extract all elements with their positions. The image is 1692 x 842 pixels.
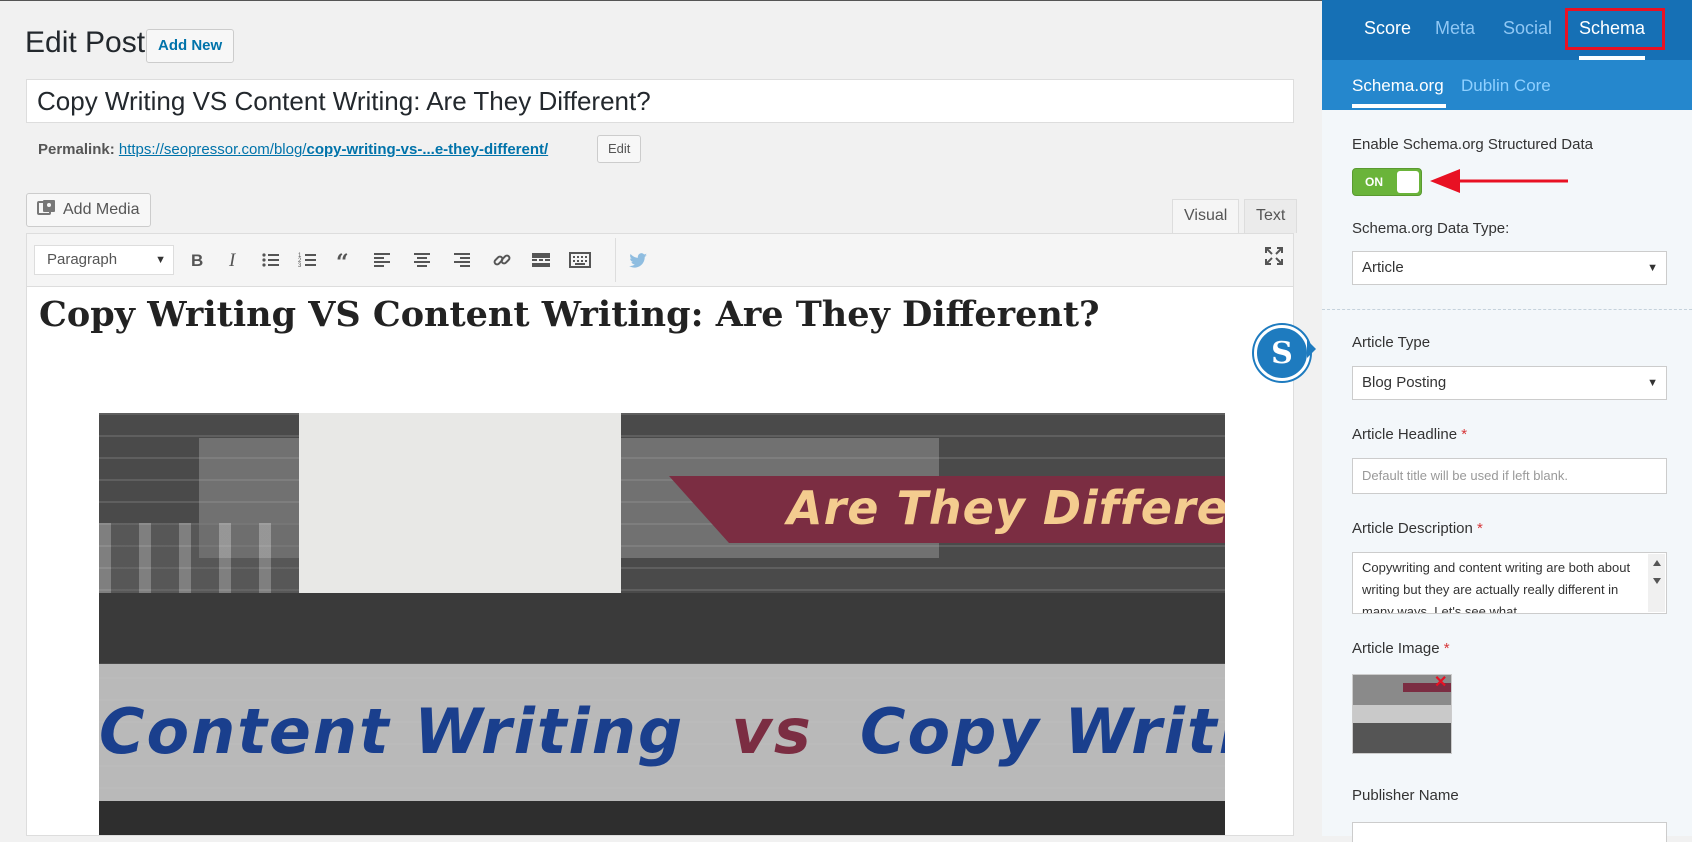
add-media-button[interactable]: Add Media: [26, 193, 151, 227]
scroll-up-icon[interactable]: [1653, 560, 1661, 566]
featured-image: Are They Different? Content Writing vs C…: [99, 413, 1225, 835]
post-title-input[interactable]: Copy Writing VS Content Writing: Are The…: [26, 79, 1294, 123]
edit-permalink-button[interactable]: Edit: [597, 135, 642, 163]
align-right-icon[interactable]: [447, 244, 477, 276]
permalink: Permalink: https://seopressor.com/blog/c…: [38, 141, 548, 158]
subtab-dublin-core[interactable]: Dublin Core: [1461, 76, 1551, 96]
link-icon[interactable]: [487, 244, 517, 276]
read-more-icon[interactable]: [526, 244, 556, 276]
section-divider: [1322, 309, 1692, 310]
toggle-state: ON: [1365, 175, 1383, 189]
tab-text[interactable]: Text: [1244, 199, 1298, 233]
permalink-label: Permalink:: [38, 141, 115, 158]
format-select-value: Paragraph: [47, 251, 118, 268]
data-type-select[interactable]: Article ▼: [1352, 251, 1667, 285]
image-title-text: Content Writing vs Copy Writing: [99, 695, 1225, 768]
tab-visual[interactable]: Visual: [1172, 199, 1240, 233]
remove-image-icon[interactable]: ✕: [1434, 672, 1447, 692]
italic-icon[interactable]: I: [219, 244, 249, 276]
chevron-down-icon: ▼: [1647, 262, 1658, 274]
toolbar-toggle-icon[interactable]: [565, 244, 595, 276]
page-title: Edit Post: [25, 26, 146, 59]
align-left-icon[interactable]: [367, 244, 397, 276]
subtab-schema-org[interactable]: Schema.org: [1352, 76, 1444, 96]
bold-icon[interactable]: B: [182, 244, 212, 276]
image-label-text: Article Image: [1352, 640, 1440, 657]
seopressor-sidebar: Score Meta Social Schema Schema.org Dubl…: [1322, 0, 1692, 842]
chevron-down-icon: ▼: [1647, 377, 1658, 389]
red-arrow-icon: [1430, 169, 1568, 193]
article-type-value: Blog Posting: [1362, 374, 1447, 391]
thumbnail-strip: [1353, 705, 1451, 723]
image-banner-text: Are They Different?: [787, 481, 1225, 535]
article-type-label: Article Type: [1352, 334, 1431, 351]
enable-schema-label: Enable Schema.org Structured Data: [1352, 136, 1593, 153]
panel-toggle-icon[interactable]: [1307, 340, 1316, 358]
headline-input[interactable]: Default title will be used if left blank…: [1352, 458, 1667, 494]
description-value: Copywriting and content writing are both…: [1362, 560, 1631, 614]
description-label: Article Description *: [1352, 520, 1483, 537]
image-text-left: Content Writing: [99, 695, 685, 768]
post-editor: Edit Post Add New Copy Writing VS Conten…: [0, 0, 1322, 836]
active-subtab-underline: [1352, 104, 1446, 108]
format-select[interactable]: Paragraph ▼: [34, 245, 174, 275]
image-text-vs: vs: [731, 695, 813, 768]
twitter-bird-icon[interactable]: [623, 244, 653, 276]
description-label-text: Article Description: [1352, 520, 1473, 537]
editor-toolbar: Paragraph ▼ B I 123 “: [27, 234, 1293, 287]
seopressor-logo-icon[interactable]: S: [1254, 325, 1310, 381]
data-type-label: Schema.org Data Type:: [1352, 220, 1510, 237]
typewriter-paper: [299, 413, 621, 593]
permalink-slug: copy-writing-vs-...e-they-different/: [306, 141, 549, 158]
highlight-box: [1565, 8, 1665, 50]
publisher-input[interactable]: [1352, 822, 1667, 842]
typewriter-body: [99, 593, 1225, 663]
required-mark: *: [1477, 520, 1483, 537]
toolbar-divider: [615, 238, 616, 282]
tab-score[interactable]: Score: [1364, 18, 1411, 39]
media-icon: [37, 199, 57, 222]
enable-schema-toggle[interactable]: ON: [1352, 168, 1422, 196]
content-heading: Copy Writing VS Content Writing: Are The…: [39, 294, 1100, 335]
tab-social[interactable]: Social: [1503, 18, 1552, 39]
chevron-down-icon: ▼: [155, 254, 166, 266]
tab-meta[interactable]: Meta: [1435, 18, 1475, 39]
blockquote-icon[interactable]: “: [330, 244, 360, 276]
permalink-base: https://seopressor.com/blog/: [118, 141, 307, 158]
svg-text:3: 3: [298, 263, 302, 269]
bullet-list-icon[interactable]: [256, 244, 286, 276]
add-media-label: Add Media: [63, 201, 140, 218]
textarea-scrollbar[interactable]: [1648, 554, 1665, 612]
align-center-icon[interactable]: [407, 244, 437, 276]
svg-text:B: B: [191, 251, 203, 270]
svg-text:“: “: [336, 250, 349, 271]
description-textarea[interactable]: Copywriting and content writing are both…: [1352, 552, 1667, 614]
editor-box: Paragraph ▼ B I 123 “ Copy Writing VS Co…: [26, 233, 1294, 836]
active-tab-underline: [1579, 56, 1645, 60]
image-text-right: Copy Writing: [859, 695, 1225, 768]
fullscreen-icon[interactable]: [1259, 240, 1289, 272]
typewriter-base: [99, 801, 1225, 835]
numbered-list-icon[interactable]: 123: [293, 244, 323, 276]
data-type-value: Article: [1362, 259, 1404, 276]
svg-text:I: I: [228, 250, 237, 271]
headline-label-text: Article Headline: [1352, 426, 1458, 443]
required-mark: *: [1461, 426, 1468, 443]
scroll-down-icon[interactable]: [1653, 578, 1661, 584]
permalink-link[interactable]: https://seopressor.com/blog/copy-writing…: [119, 141, 548, 158]
publisher-label: Publisher Name: [1352, 787, 1459, 804]
article-type-select[interactable]: Blog Posting ▼: [1352, 366, 1667, 400]
image-label: Article Image *: [1352, 640, 1450, 657]
toggle-knob: [1397, 171, 1419, 193]
headline-label: Article Headline *: [1352, 426, 1467, 443]
add-new-button[interactable]: Add New: [146, 29, 235, 63]
required-mark: *: [1443, 640, 1450, 657]
